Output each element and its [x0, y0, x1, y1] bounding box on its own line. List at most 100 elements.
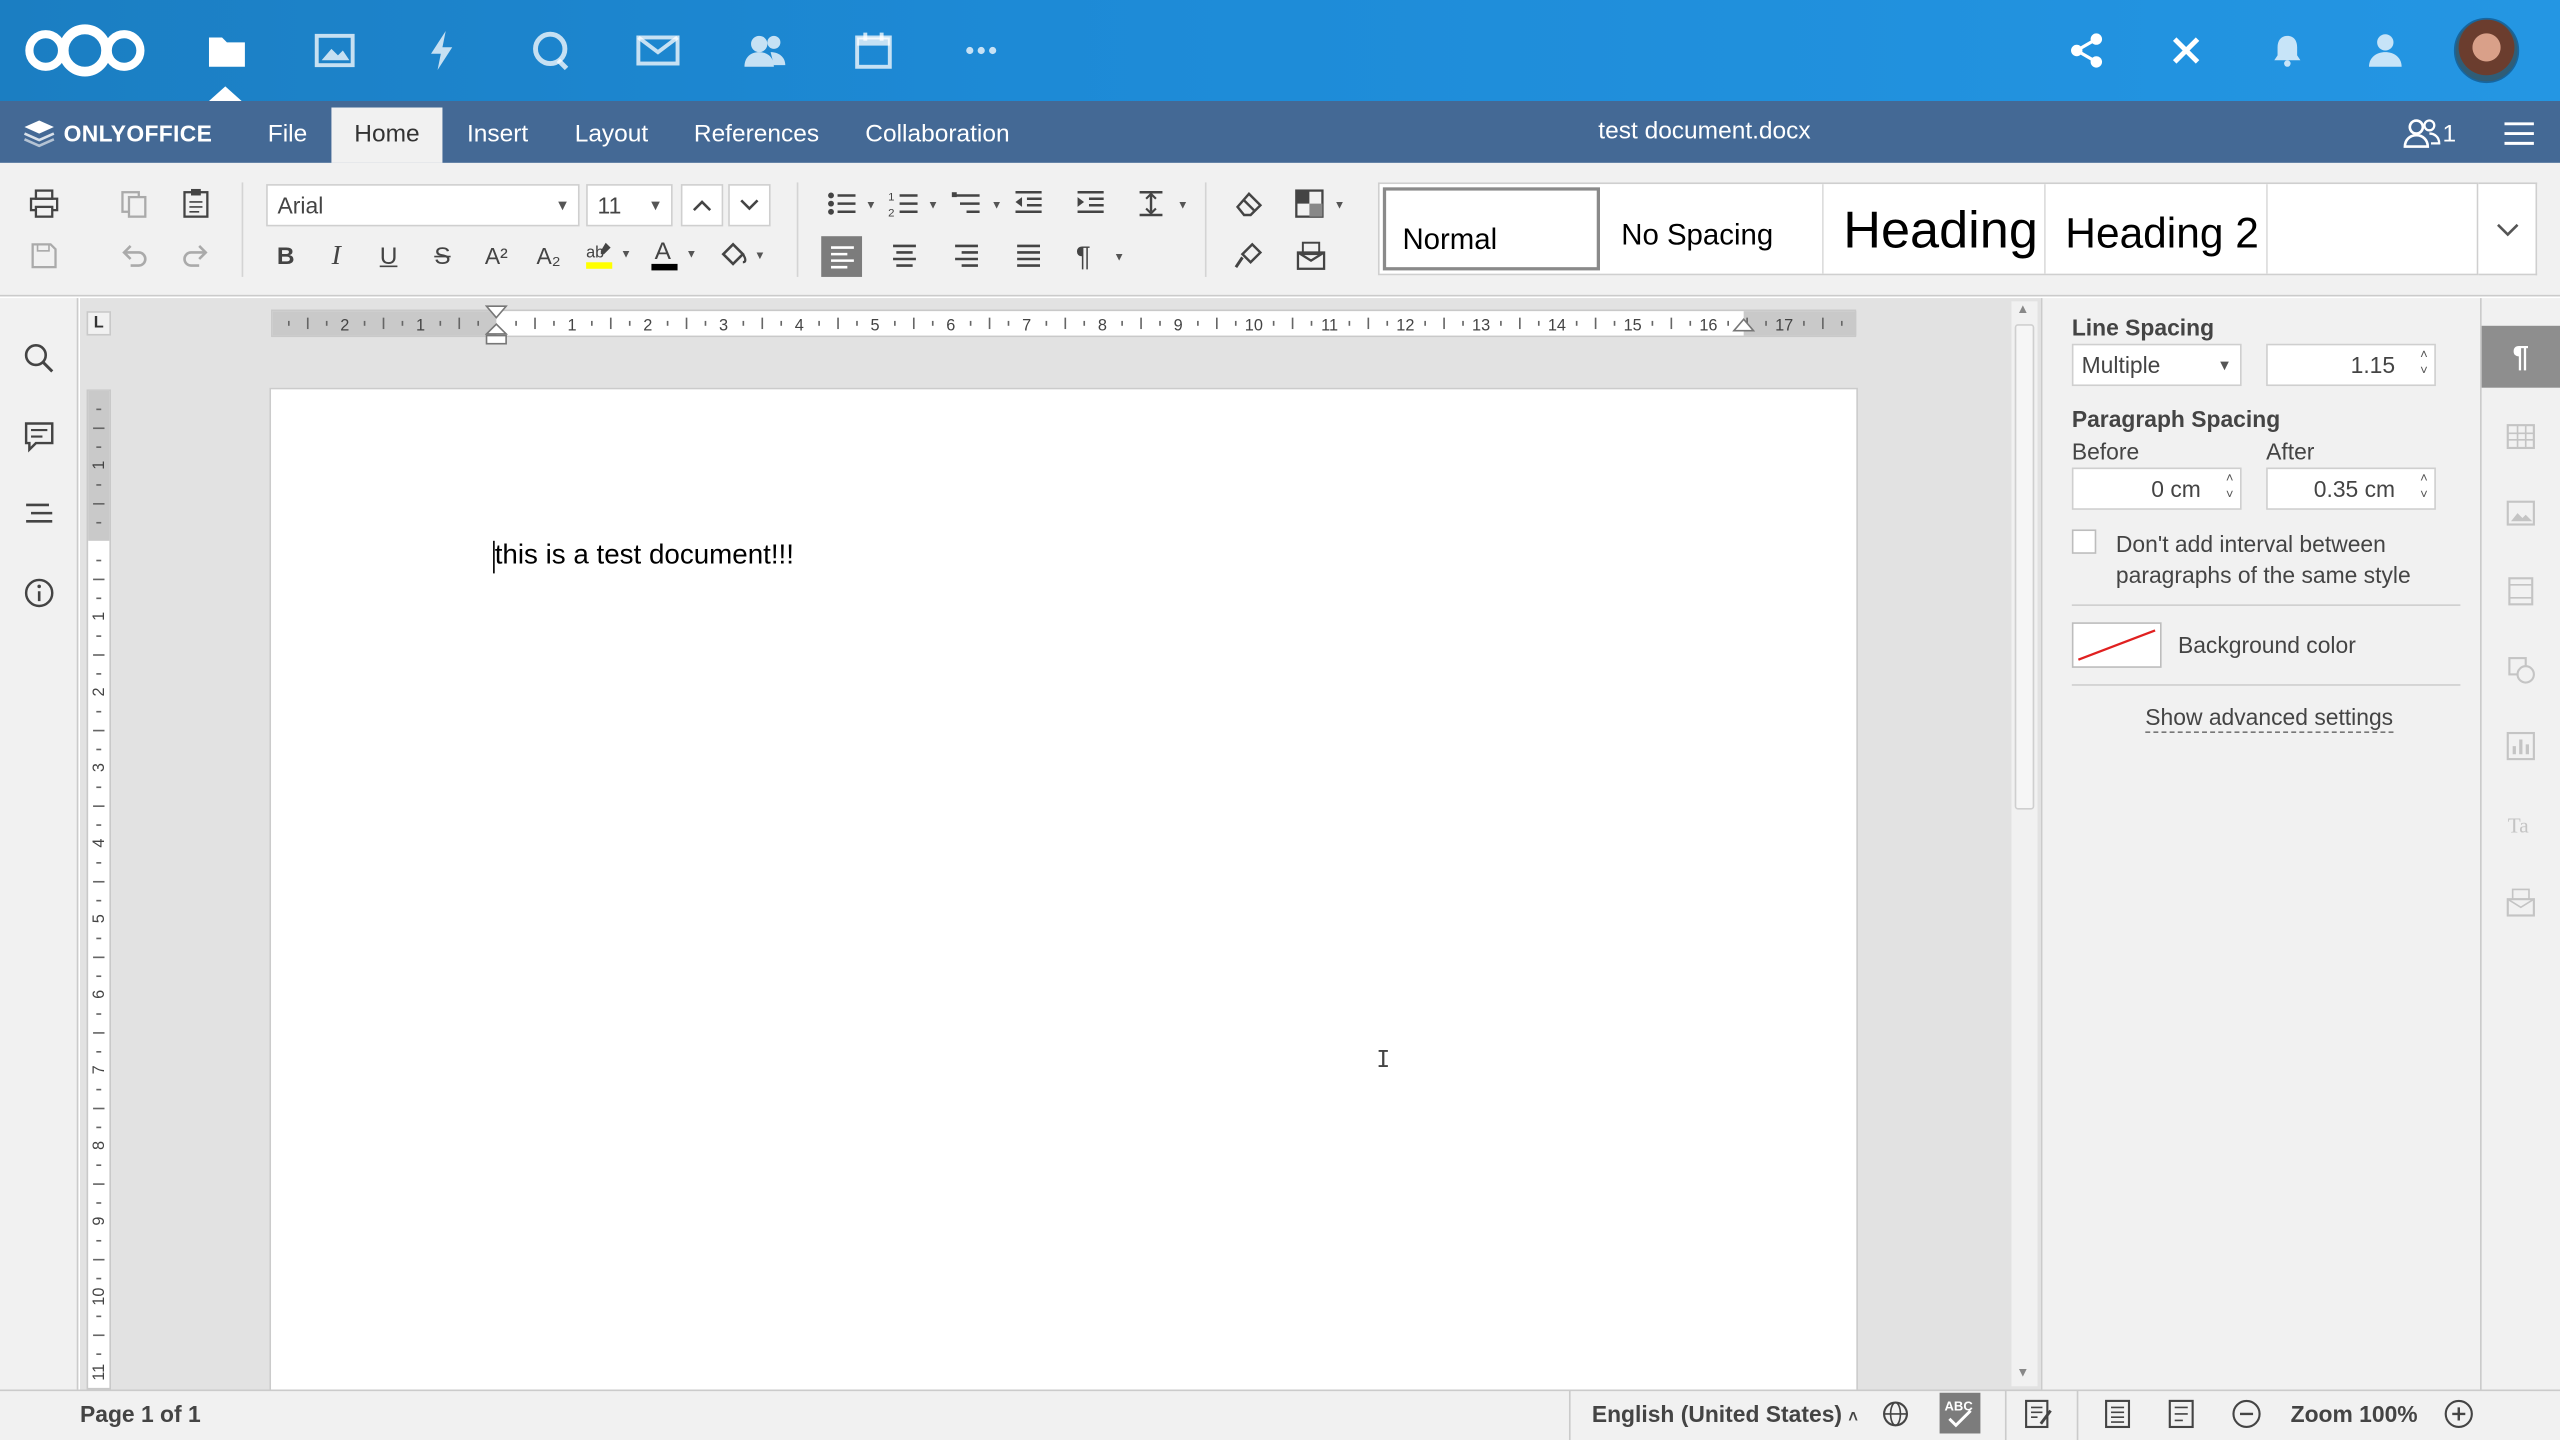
zoom-level[interactable]: Zoom 100% — [2291, 1401, 2418, 1427]
tab-insert[interactable]: Insert — [444, 108, 551, 163]
style-no-spacing[interactable]: No Spacing — [1602, 184, 1824, 274]
spellcheck-icon[interactable]: ABC — [1939, 1392, 1981, 1434]
document-text[interactable]: this is a test document!!! — [495, 539, 794, 572]
bold-icon[interactable]: B — [264, 236, 306, 275]
style-normal[interactable]: Normal — [1382, 187, 1600, 271]
header-footer-settings-icon[interactable] — [2506, 577, 2535, 606]
strikethrough-icon[interactable]: S — [421, 236, 463, 275]
italic-icon[interactable]: I — [315, 236, 357, 275]
activity-icon[interactable] — [420, 28, 466, 74]
style-heading-2[interactable]: Heading 2 — [2046, 184, 2268, 274]
mail-merge-settings-icon[interactable] — [2506, 888, 2535, 917]
page-counter[interactable]: Page 1 of 1 — [80, 1401, 201, 1427]
users-button[interactable]: 1 — [2403, 117, 2456, 150]
font-name-select[interactable]: Arial ▼ — [266, 184, 580, 227]
shape-settings-icon[interactable] — [2506, 655, 2535, 684]
decrease-indent-icon[interactable] — [1007, 184, 1049, 223]
chart-settings-icon[interactable] — [2506, 731, 2535, 761]
about-info-icon[interactable] — [21, 575, 57, 611]
multilevel-list-icon[interactable]: ▼ — [947, 184, 1006, 223]
line-spacing-type-select[interactable]: Multiple ▼ — [2071, 343, 2242, 387]
paragraph-line-spacing-icon[interactable]: ▼ — [1133, 184, 1192, 223]
nonprinting-characters-icon[interactable]: ¶ ▼ — [1069, 236, 1128, 275]
vertical-scrollbar[interactable]: ▲ ▼ — [2011, 301, 2038, 1387]
paste-icon[interactable] — [175, 184, 217, 223]
no-interval-label[interactable]: Don't add interval between paragraphs of… — [2116, 529, 2411, 591]
print-icon[interactable] — [23, 184, 65, 223]
table-settings-icon[interactable] — [2506, 422, 2535, 451]
fit-to-page-icon[interactable] — [2101, 1398, 2134, 1431]
redo-icon[interactable] — [175, 236, 217, 275]
mail-icon[interactable] — [635, 28, 681, 74]
contacts-menu-icon[interactable] — [2362, 28, 2408, 74]
style-heading-1[interactable]: Heading 1 — [1824, 184, 2046, 274]
scroll-down-icon[interactable]: ▼ — [2016, 1365, 2029, 1380]
comments-icon[interactable] — [21, 419, 57, 455]
font-color-icon[interactable]: A ▼ — [643, 236, 702, 275]
justify-icon[interactable] — [1007, 236, 1049, 275]
scrollbar-thumb[interactable] — [2014, 324, 2035, 810]
hamburger-menu-icon[interactable] — [2503, 121, 2536, 147]
tab-layout[interactable]: Layout — [552, 108, 671, 163]
show-advanced-settings-link[interactable]: Show advanced settings — [2145, 704, 2394, 734]
zoom-in-icon[interactable] — [2442, 1398, 2475, 1431]
left-indent-marker-icon[interactable] — [484, 305, 508, 347]
no-interval-checkbox[interactable] — [2071, 529, 2097, 554]
language-selector[interactable]: English (United States) ˄ — [1592, 1401, 1858, 1427]
user-avatar[interactable] — [2453, 17, 2520, 84]
share-icon[interactable] — [2064, 28, 2110, 74]
increase-font-icon[interactable] — [680, 184, 724, 227]
notifications-icon[interactable] — [2264, 28, 2310, 74]
horizontal-ruler[interactable]: 2 1 1 2 3 4 5 6 7 8 9 10 11 12 13 14 15 16 17 — [271, 309, 1857, 338]
undo-icon[interactable] — [113, 236, 155, 275]
numbering-icon[interactable]: 1 2 ▼ — [883, 184, 942, 223]
decrease-font-icon[interactable] — [728, 184, 771, 227]
zoom-out-icon[interactable] — [2230, 1398, 2263, 1431]
text-art-settings-icon[interactable]: Ta — [2506, 810, 2535, 839]
superscript-icon[interactable]: A² — [475, 236, 517, 275]
paragraph-settings-icon[interactable]: ¶ — [2481, 325, 2560, 388]
image-settings-icon[interactable] — [2506, 498, 2535, 527]
mail-merge-icon[interactable] — [1290, 236, 1332, 275]
align-right-icon[interactable] — [945, 236, 987, 275]
highlight-color-icon[interactable]: ab ▼ — [578, 236, 637, 275]
line-spacing-value-input[interactable]: 1.15 ˄ ˅ — [2266, 343, 2436, 387]
font-size-select[interactable]: 11 ▼ — [586, 184, 673, 227]
background-color-picker[interactable] — [2071, 622, 2162, 668]
files-icon[interactable] — [204, 28, 250, 74]
tab-file[interactable]: File — [245, 108, 330, 163]
clear-style-icon[interactable] — [1228, 184, 1270, 223]
tab-home[interactable]: Home — [331, 107, 443, 163]
copy-icon[interactable] — [113, 184, 155, 223]
contacts-icon[interactable] — [743, 28, 789, 74]
calendar-icon[interactable] — [851, 28, 897, 74]
nextcloud-logo[interactable] — [23, 23, 147, 78]
align-left-icon[interactable] — [821, 236, 863, 277]
tab-references[interactable]: References — [671, 108, 842, 163]
bullets-icon[interactable]: ▼ — [821, 184, 880, 223]
onlyoffice-logo[interactable]: ONLYOFFICE — [23, 117, 212, 150]
spin-arrows-icon[interactable]: ˄ ˅ — [2226, 471, 2234, 504]
fit-to-width-icon[interactable] — [2165, 1398, 2198, 1431]
align-center-icon[interactable] — [883, 236, 925, 275]
scroll-up-icon[interactable]: ▲ — [2016, 301, 2029, 316]
tab-collaboration[interactable]: Collaboration — [842, 108, 1032, 163]
shading-icon[interactable]: ▼ — [712, 236, 771, 275]
navigation-icon[interactable] — [21, 497, 57, 533]
right-indent-marker-icon[interactable] — [1732, 318, 1756, 338]
spacing-before-input[interactable]: 0 cm ˄ ˅ — [2071, 467, 2242, 510]
styles-expand-button[interactable] — [2478, 182, 2538, 276]
document-language-icon[interactable] — [1879, 1398, 1912, 1431]
track-changes-icon[interactable] — [2023, 1398, 2056, 1431]
photos-icon[interactable] — [312, 28, 358, 74]
close-icon[interactable] — [2163, 28, 2209, 74]
copy-style-icon[interactable] — [1228, 236, 1270, 275]
underline-icon[interactable]: U — [367, 236, 409, 275]
subscript-icon[interactable]: A₂ — [527, 236, 569, 275]
spacing-after-input[interactable]: 0.35 cm ˄ ˅ — [2266, 467, 2436, 510]
increase-indent-icon[interactable] — [1069, 184, 1111, 223]
tab-stop-selector[interactable]: L — [86, 311, 112, 336]
vertical-ruler[interactable]: 1 1 2 3 4 5 6 7 8 9 10 11 — [86, 389, 112, 1390]
spin-arrows-icon[interactable]: ˄ ˅ — [2420, 471, 2428, 504]
spin-arrows-icon[interactable]: ˄ ˅ — [2420, 347, 2428, 380]
